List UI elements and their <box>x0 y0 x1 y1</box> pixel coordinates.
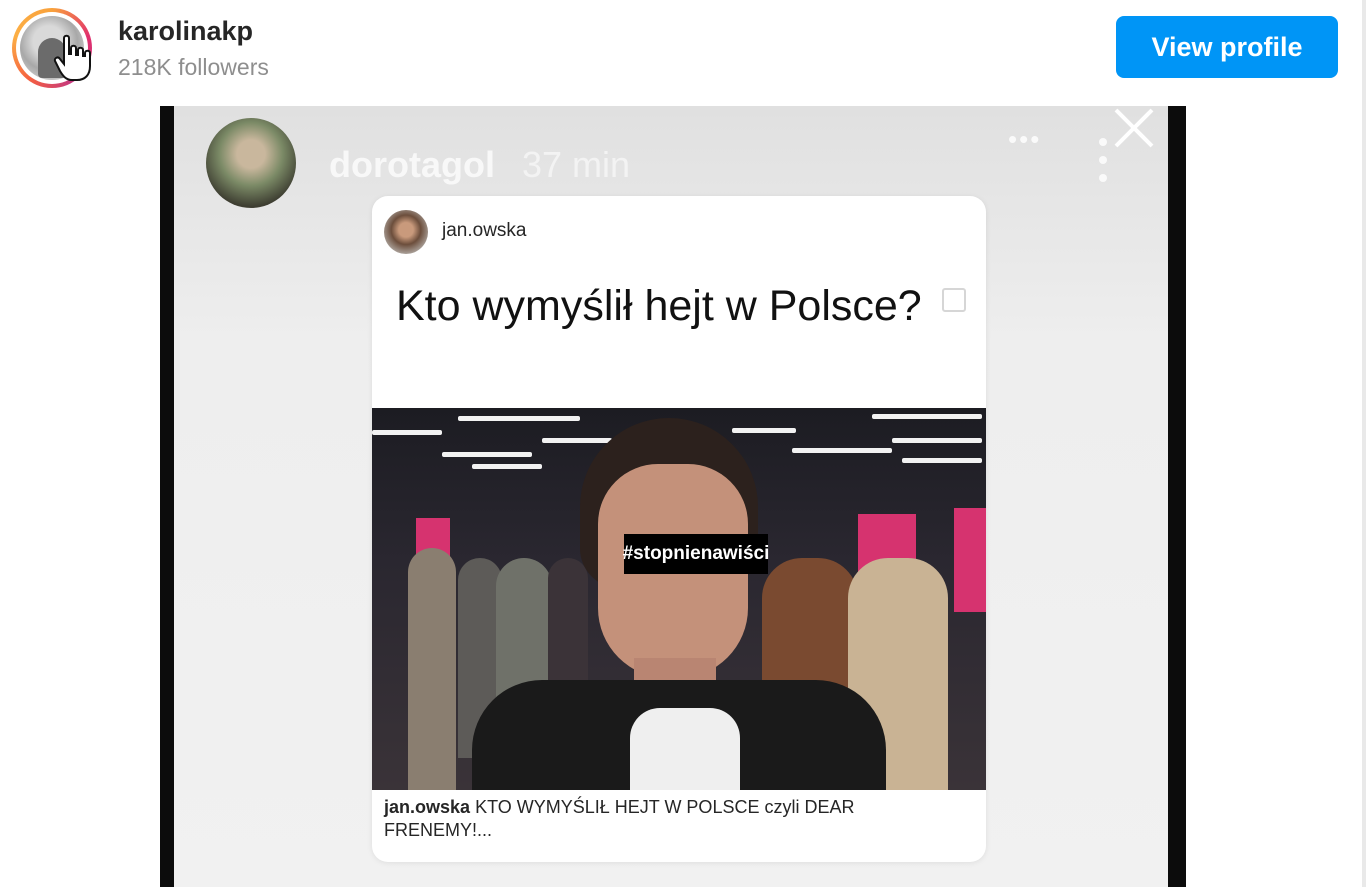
story-timestamp: 37 min <box>522 144 631 185</box>
profile-header: karolinakp 218K followers View profile <box>0 0 1366 100</box>
ceiling-light <box>872 414 982 419</box>
story-frame: dorotagol 37 min ••• jan.owska Kto wymyś… <box>160 106 1186 887</box>
multi-post-icon <box>942 288 966 312</box>
ceiling-light <box>792 448 892 453</box>
ceiling-light <box>902 458 982 463</box>
ceiling-light <box>892 438 982 443</box>
profile-username[interactable]: karolinakp <box>118 16 253 47</box>
background-banner <box>954 508 986 612</box>
followers-count: 218K followers <box>118 54 269 80</box>
censor-hashtag-bar: #stopnienawiści <box>623 534 769 574</box>
post-caption: jan.owska KTO WYMYŚLIŁ HEJT W POLSCE czy… <box>384 796 944 842</box>
close-icon[interactable] <box>1110 106 1158 154</box>
subject-shirt <box>630 708 740 790</box>
ceiling-light <box>472 464 542 469</box>
story-content: dorotagol 37 min ••• jan.owska Kto wymyś… <box>174 106 1168 887</box>
background-person <box>408 548 456 790</box>
story-username[interactable]: dorotagol <box>329 144 495 186</box>
shared-post-card[interactable]: jan.owska Kto wymyślił hejt w Polsce? #s… <box>372 196 986 862</box>
ceiling-light <box>542 438 612 443</box>
view-profile-button[interactable]: View profile <box>1116 16 1338 78</box>
post-author-avatar[interactable] <box>384 210 428 254</box>
story-avatar[interactable] <box>206 118 296 208</box>
post-author-username[interactable]: jan.owska <box>442 220 527 242</box>
more-horizontal-icon[interactable]: ••• <box>1008 124 1041 155</box>
ceiling-light <box>458 416 580 421</box>
caption-username[interactable]: jan.owska <box>384 797 470 817</box>
scrollbar[interactable] <box>1362 0 1366 887</box>
ceiling-light <box>372 430 442 435</box>
post-image: #stopnienawiści <box>372 408 986 790</box>
ceiling-light <box>442 452 532 457</box>
more-vertical-icon[interactable] <box>1098 136 1108 184</box>
post-headline: Kto wymyślił hejt w Polsce? <box>396 282 922 330</box>
ceiling-light <box>732 428 796 433</box>
hand-pointer-icon <box>53 34 91 81</box>
